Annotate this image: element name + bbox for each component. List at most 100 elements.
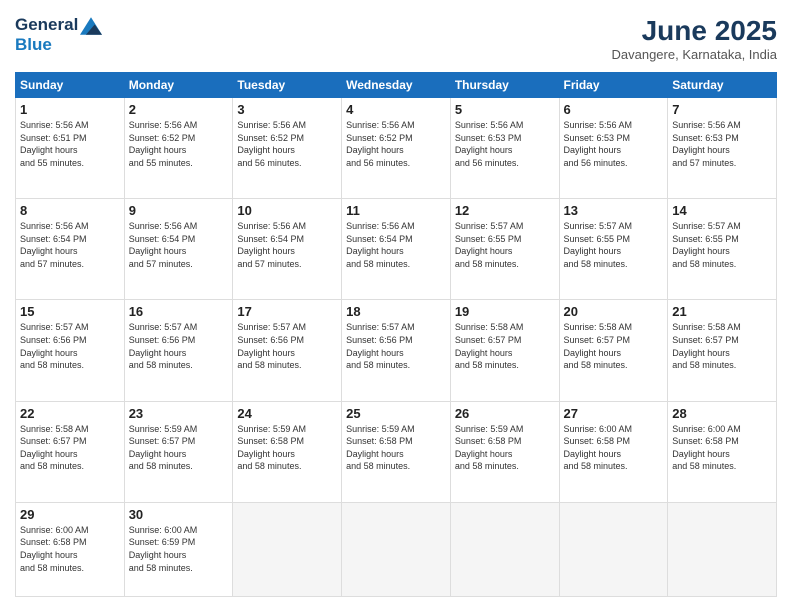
calendar-cell: 21 Sunrise: 5:58 AM Sunset: 6:57 PM Dayl… xyxy=(668,300,777,401)
calendar-cell: 15 Sunrise: 5:57 AM Sunset: 6:56 PM Dayl… xyxy=(16,300,125,401)
day-detail: Sunrise: 5:56 AM Sunset: 6:53 PM Dayligh… xyxy=(455,119,555,169)
day-number: 3 xyxy=(237,102,337,117)
day-number: 17 xyxy=(237,304,337,319)
day-number: 18 xyxy=(346,304,446,319)
page: General Blue June 2025 Davangere, Karnat… xyxy=(0,0,792,612)
header: General Blue June 2025 Davangere, Karnat… xyxy=(15,15,777,62)
day-detail: Sunrise: 6:00 AM Sunset: 6:59 PM Dayligh… xyxy=(129,524,229,574)
day-detail: Sunrise: 5:56 AM Sunset: 6:52 PM Dayligh… xyxy=(237,119,337,169)
calendar-cell: 22 Sunrise: 5:58 AM Sunset: 6:57 PM Dayl… xyxy=(16,401,125,502)
calendar-cell: 6 Sunrise: 5:56 AM Sunset: 6:53 PM Dayli… xyxy=(559,98,668,199)
calendar-cell: 20 Sunrise: 5:58 AM Sunset: 6:57 PM Dayl… xyxy=(559,300,668,401)
day-detail: Sunrise: 5:57 AM Sunset: 6:56 PM Dayligh… xyxy=(129,321,229,371)
day-number: 5 xyxy=(455,102,555,117)
day-detail: Sunrise: 5:59 AM Sunset: 6:58 PM Dayligh… xyxy=(455,423,555,473)
day-number: 24 xyxy=(237,406,337,421)
calendar-cell: 19 Sunrise: 5:58 AM Sunset: 6:57 PM Dayl… xyxy=(450,300,559,401)
calendar-cell: 18 Sunrise: 5:57 AM Sunset: 6:56 PM Dayl… xyxy=(342,300,451,401)
day-number: 22 xyxy=(20,406,120,421)
logo-icon xyxy=(80,17,102,35)
calendar-cell: 27 Sunrise: 6:00 AM Sunset: 6:58 PM Dayl… xyxy=(559,401,668,502)
calendar-cell xyxy=(233,502,342,596)
day-number: 23 xyxy=(129,406,229,421)
day-number: 30 xyxy=(129,507,229,522)
col-tuesday: Tuesday xyxy=(233,73,342,98)
day-number: 16 xyxy=(129,304,229,319)
title-section: June 2025 Davangere, Karnataka, India xyxy=(612,15,778,62)
calendar-cell: 5 Sunrise: 5:56 AM Sunset: 6:53 PM Dayli… xyxy=(450,98,559,199)
calendar-table: Sunday Monday Tuesday Wednesday Thursday… xyxy=(15,72,777,597)
col-saturday: Saturday xyxy=(668,73,777,98)
day-detail: Sunrise: 5:58 AM Sunset: 6:57 PM Dayligh… xyxy=(20,423,120,473)
day-detail: Sunrise: 5:56 AM Sunset: 6:51 PM Dayligh… xyxy=(20,119,120,169)
day-number: 1 xyxy=(20,102,120,117)
day-number: 6 xyxy=(564,102,664,117)
day-detail: Sunrise: 5:59 AM Sunset: 6:58 PM Dayligh… xyxy=(237,423,337,473)
day-number: 15 xyxy=(20,304,120,319)
day-number: 4 xyxy=(346,102,446,117)
day-number: 8 xyxy=(20,203,120,218)
calendar-cell: 13 Sunrise: 5:57 AM Sunset: 6:55 PM Dayl… xyxy=(559,199,668,300)
day-number: 26 xyxy=(455,406,555,421)
calendar-cell: 28 Sunrise: 6:00 AM Sunset: 6:58 PM Dayl… xyxy=(668,401,777,502)
day-detail: Sunrise: 5:59 AM Sunset: 6:58 PM Dayligh… xyxy=(346,423,446,473)
day-number: 27 xyxy=(564,406,664,421)
day-detail: Sunrise: 5:58 AM Sunset: 6:57 PM Dayligh… xyxy=(455,321,555,371)
calendar-header-row: Sunday Monday Tuesday Wednesday Thursday… xyxy=(16,73,777,98)
day-detail: Sunrise: 5:57 AM Sunset: 6:55 PM Dayligh… xyxy=(672,220,772,270)
day-detail: Sunrise: 5:57 AM Sunset: 6:56 PM Dayligh… xyxy=(20,321,120,371)
day-detail: Sunrise: 5:56 AM Sunset: 6:54 PM Dayligh… xyxy=(20,220,120,270)
calendar-cell: 26 Sunrise: 5:59 AM Sunset: 6:58 PM Dayl… xyxy=(450,401,559,502)
logo: General Blue xyxy=(15,15,102,54)
location: Davangere, Karnataka, India xyxy=(612,47,778,62)
day-number: 2 xyxy=(129,102,229,117)
day-detail: Sunrise: 5:56 AM Sunset: 6:53 PM Dayligh… xyxy=(672,119,772,169)
day-number: 20 xyxy=(564,304,664,319)
calendar-cell: 23 Sunrise: 5:59 AM Sunset: 6:57 PM Dayl… xyxy=(124,401,233,502)
day-detail: Sunrise: 5:56 AM Sunset: 6:52 PM Dayligh… xyxy=(129,119,229,169)
calendar-week-row: 15 Sunrise: 5:57 AM Sunset: 6:56 PM Dayl… xyxy=(16,300,777,401)
calendar-cell: 30 Sunrise: 6:00 AM Sunset: 6:59 PM Dayl… xyxy=(124,502,233,596)
day-number: 7 xyxy=(672,102,772,117)
logo-text: General xyxy=(15,15,102,35)
calendar-cell: 24 Sunrise: 5:59 AM Sunset: 6:58 PM Dayl… xyxy=(233,401,342,502)
day-number: 28 xyxy=(672,406,772,421)
calendar-cell: 9 Sunrise: 5:56 AM Sunset: 6:54 PM Dayli… xyxy=(124,199,233,300)
calendar-week-row: 29 Sunrise: 6:00 AM Sunset: 6:58 PM Dayl… xyxy=(16,502,777,596)
day-number: 10 xyxy=(237,203,337,218)
day-number: 19 xyxy=(455,304,555,319)
day-detail: Sunrise: 5:56 AM Sunset: 6:52 PM Dayligh… xyxy=(346,119,446,169)
day-detail: Sunrise: 5:56 AM Sunset: 6:54 PM Dayligh… xyxy=(129,220,229,270)
calendar-cell: 10 Sunrise: 5:56 AM Sunset: 6:54 PM Dayl… xyxy=(233,199,342,300)
calendar-cell: 8 Sunrise: 5:56 AM Sunset: 6:54 PM Dayli… xyxy=(16,199,125,300)
day-number: 29 xyxy=(20,507,120,522)
calendar-cell: 16 Sunrise: 5:57 AM Sunset: 6:56 PM Dayl… xyxy=(124,300,233,401)
month-title: June 2025 xyxy=(612,15,778,47)
day-detail: Sunrise: 5:57 AM Sunset: 6:56 PM Dayligh… xyxy=(346,321,446,371)
day-detail: Sunrise: 5:58 AM Sunset: 6:57 PM Dayligh… xyxy=(564,321,664,371)
col-wednesday: Wednesday xyxy=(342,73,451,98)
day-detail: Sunrise: 5:57 AM Sunset: 6:56 PM Dayligh… xyxy=(237,321,337,371)
logo-blue: Blue xyxy=(15,35,102,55)
day-detail: Sunrise: 6:00 AM Sunset: 6:58 PM Dayligh… xyxy=(672,423,772,473)
calendar-cell: 7 Sunrise: 5:56 AM Sunset: 6:53 PM Dayli… xyxy=(668,98,777,199)
calendar-cell: 29 Sunrise: 6:00 AM Sunset: 6:58 PM Dayl… xyxy=(16,502,125,596)
calendar-cell xyxy=(450,502,559,596)
day-number: 25 xyxy=(346,406,446,421)
day-detail: Sunrise: 5:56 AM Sunset: 6:53 PM Dayligh… xyxy=(564,119,664,169)
day-detail: Sunrise: 6:00 AM Sunset: 6:58 PM Dayligh… xyxy=(564,423,664,473)
calendar-cell: 1 Sunrise: 5:56 AM Sunset: 6:51 PM Dayli… xyxy=(16,98,125,199)
calendar-cell: 25 Sunrise: 5:59 AM Sunset: 6:58 PM Dayl… xyxy=(342,401,451,502)
calendar-cell: 4 Sunrise: 5:56 AM Sunset: 6:52 PM Dayli… xyxy=(342,98,451,199)
day-number: 9 xyxy=(129,203,229,218)
col-thursday: Thursday xyxy=(450,73,559,98)
day-number: 14 xyxy=(672,203,772,218)
day-number: 13 xyxy=(564,203,664,218)
calendar-week-row: 22 Sunrise: 5:58 AM Sunset: 6:57 PM Dayl… xyxy=(16,401,777,502)
calendar-cell: 11 Sunrise: 5:56 AM Sunset: 6:54 PM Dayl… xyxy=(342,199,451,300)
day-detail: Sunrise: 5:57 AM Sunset: 6:55 PM Dayligh… xyxy=(564,220,664,270)
day-number: 11 xyxy=(346,203,446,218)
col-sunday: Sunday xyxy=(16,73,125,98)
day-number: 21 xyxy=(672,304,772,319)
col-friday: Friday xyxy=(559,73,668,98)
